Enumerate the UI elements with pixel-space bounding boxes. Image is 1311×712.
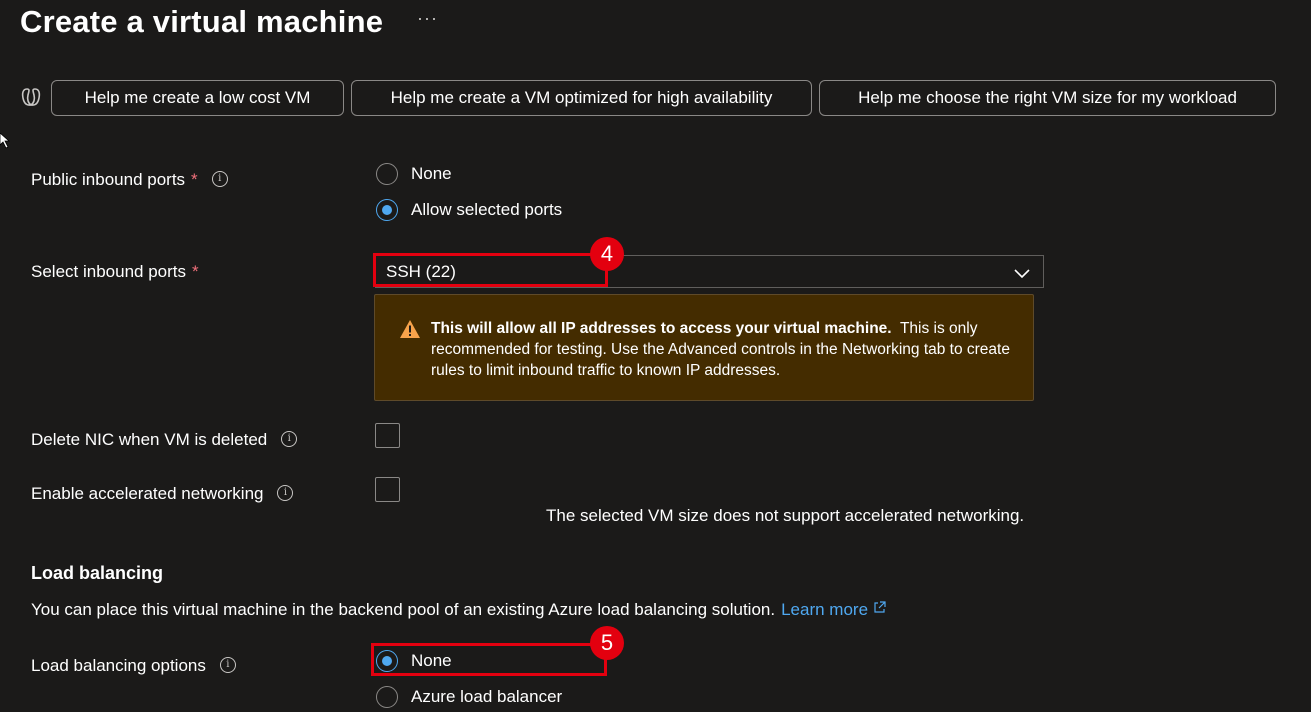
- required-mark: *: [191, 170, 198, 189]
- chevron-down-icon: [1014, 269, 1030, 279]
- info-icon[interactable]: i: [219, 656, 236, 673]
- warning-bold-text: This will allow all IP addresses to acce…: [431, 320, 892, 337]
- high-availability-suggestion-button[interactable]: Help me create a VM optimized for high a…: [351, 80, 812, 116]
- required-mark: *: [192, 262, 199, 281]
- accelerated-networking-note: The selected VM size does not support ac…: [546, 506, 1025, 525]
- radio-button[interactable]: [376, 686, 398, 708]
- info-icon[interactable]: i: [281, 430, 298, 447]
- warning-text: This will allow all IP addresses to acce…: [431, 318, 1021, 381]
- accelerated-networking-label: Enable accelerated networking i: [31, 484, 294, 504]
- copilot-icon: [21, 88, 41, 106]
- accelerated-networking-checkbox[interactable]: [375, 477, 400, 502]
- public-inbound-ports-none-radio[interactable]: None: [376, 163, 452, 185]
- load-balancing-heading: Load balancing: [31, 563, 164, 583]
- external-link-icon[interactable]: [873, 601, 886, 614]
- radio-label: None: [411, 164, 452, 183]
- public-inbound-ports-allow-selected-radio[interactable]: Allow selected ports: [376, 199, 562, 221]
- learn-more-link[interactable]: Learn more: [781, 600, 868, 619]
- annotation-highlight-5: [371, 643, 607, 676]
- low-cost-vm-suggestion-button[interactable]: Help me create a low cost VM: [51, 80, 344, 116]
- public-inbound-ports-label: Public inbound ports * i: [31, 170, 228, 190]
- annotation-badge-4: 4: [590, 237, 624, 271]
- delete-nic-label: Delete NIC when VM is deleted i: [31, 430, 298, 450]
- warning-message: This will allow all IP addresses to acce…: [374, 294, 1034, 401]
- annotation-badge-5: 5: [590, 626, 624, 660]
- mouse-cursor-icon: [0, 133, 10, 149]
- vm-size-suggestion-button[interactable]: Help me choose the right VM size for my …: [819, 80, 1276, 116]
- delete-nic-checkbox[interactable]: [375, 423, 400, 448]
- azure-load-balancer-radio[interactable]: Azure load balancer: [376, 686, 562, 708]
- select-inbound-ports-label: Select inbound ports *: [31, 262, 199, 281]
- radio-button[interactable]: [376, 163, 398, 185]
- info-icon[interactable]: i: [211, 170, 228, 187]
- radio-button-checked[interactable]: [376, 199, 398, 221]
- radio-label: Allow selected ports: [411, 200, 563, 219]
- info-icon[interactable]: i: [277, 484, 294, 501]
- radio-label: Azure load balancer: [411, 687, 563, 706]
- load-balancing-options-label: Load balancing options i: [31, 656, 236, 676]
- annotation-highlight-4: [373, 253, 608, 287]
- warning-icon: [400, 320, 420, 338]
- load-balancing-description: You can place this virtual machine in th…: [31, 600, 886, 620]
- page-title: Create a virtual machine: [20, 4, 384, 39]
- more-options-button[interactable]: ···: [417, 8, 438, 29]
